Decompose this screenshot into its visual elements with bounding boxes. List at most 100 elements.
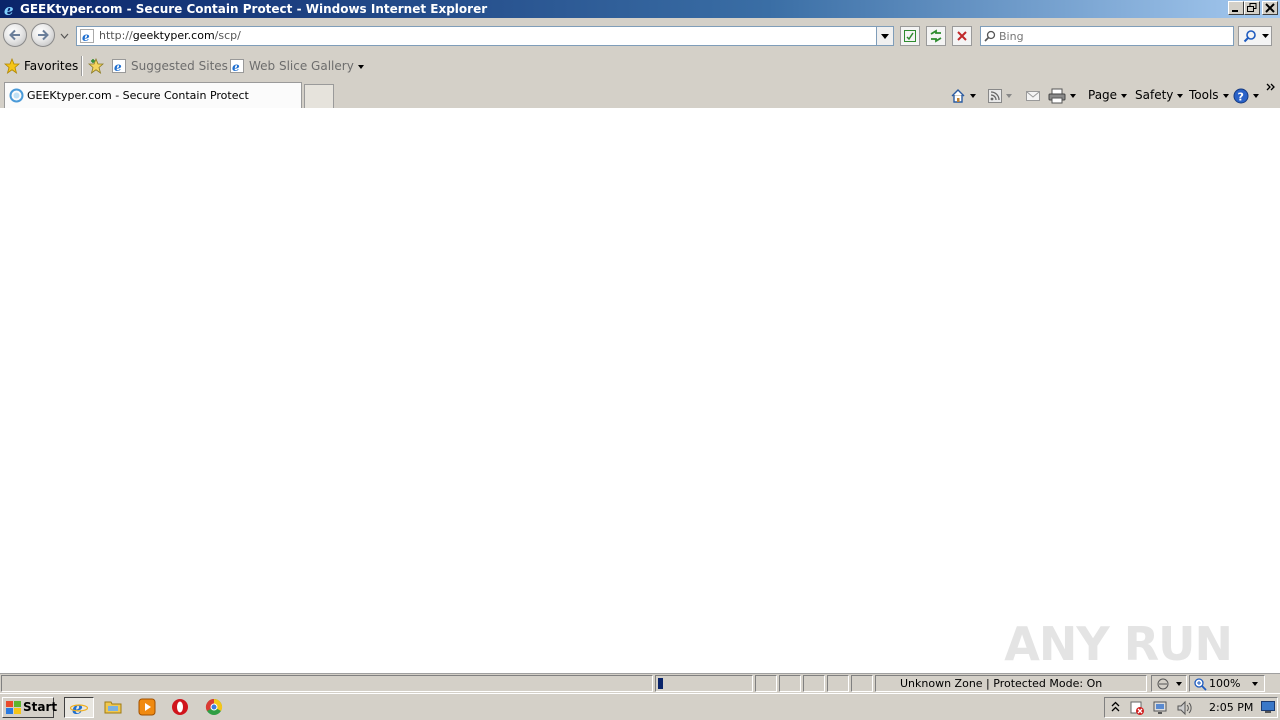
address-bar[interactable]: e http://geektyper.com/scp/ xyxy=(76,26,894,46)
refresh-button[interactable] xyxy=(926,26,946,46)
forward-button[interactable] xyxy=(31,23,55,47)
minimize-button[interactable] xyxy=(1228,1,1244,15)
address-url[interactable]: http://geektyper.com/scp/ xyxy=(99,29,241,42)
safety-menu[interactable]: Safety xyxy=(1135,87,1184,103)
home-button[interactable] xyxy=(950,87,976,103)
show-desktop-button[interactable] xyxy=(1261,701,1275,714)
compatibility-icon xyxy=(904,30,916,42)
restore-button[interactable] xyxy=(1244,1,1260,15)
show-hidden-icons-button[interactable] xyxy=(1111,701,1120,713)
read-mail-button[interactable] xyxy=(1026,87,1040,103)
add-to-favorites-bar-button[interactable] xyxy=(88,57,104,75)
chevron-down-icon xyxy=(970,93,976,98)
ie-app-icon: e xyxy=(2,1,18,17)
tools-menu-label: Tools xyxy=(1189,88,1219,102)
web-slice-gallery-label: Web Slice Gallery xyxy=(249,59,354,73)
internet-explorer-icon: e xyxy=(70,699,88,717)
web-slice-gallery-link[interactable]: e Web Slice Gallery xyxy=(230,57,364,75)
back-button[interactable] xyxy=(3,23,27,47)
taskbar-internet-explorer[interactable]: e xyxy=(64,697,94,718)
protected-mode-cell[interactable] xyxy=(1151,675,1187,692)
chevron-down-icon xyxy=(1121,93,1128,98)
window-title-bar[interactable]: e GEEKtyper.com - Secure Contain Protect… xyxy=(0,0,1280,18)
svg-text:e: e xyxy=(4,1,14,17)
print-button[interactable] xyxy=(1048,87,1076,103)
chevron-down-icon xyxy=(1006,93,1012,98)
tab-bar: GEEKtyper.com - Secure Contain Protect P… xyxy=(0,80,1280,108)
opera-icon xyxy=(172,699,188,715)
chevron-down-icon xyxy=(60,33,69,39)
address-dropdown-button[interactable] xyxy=(876,27,893,45)
zoom-icon xyxy=(1194,678,1207,691)
taskbar-clock: 2:05 PM xyxy=(1209,701,1254,714)
url-prefix: http:// xyxy=(99,29,133,42)
refresh-icon xyxy=(930,29,942,43)
suggested-sites-label: Suggested Sites xyxy=(131,59,228,73)
chevron-double-right-icon xyxy=(1266,83,1275,91)
status-bar: Unknown Zone | Protected Mode: On 100% xyxy=(0,673,1280,693)
printer-icon xyxy=(1048,88,1066,103)
media-player-icon xyxy=(138,698,156,716)
status-cell xyxy=(779,675,801,692)
network-icon[interactable] xyxy=(1152,700,1168,716)
chevron-down-icon xyxy=(1176,682,1182,686)
star-icon xyxy=(4,58,20,74)
chevron-down-icon xyxy=(1177,93,1184,98)
chevron-down-icon xyxy=(1222,93,1229,98)
status-cell xyxy=(851,675,873,692)
favorites-button[interactable]: Favorites xyxy=(4,57,78,75)
new-tab-button[interactable] xyxy=(304,84,334,108)
taskbar-media-player[interactable] xyxy=(138,698,158,718)
security-zone-text: Unknown Zone | Protected Mode: On xyxy=(900,677,1103,690)
progress-fill xyxy=(658,678,663,689)
add-favorite-icon xyxy=(88,58,104,74)
search-go-button[interactable] xyxy=(1238,26,1272,46)
zoom-level: 100% xyxy=(1209,677,1241,690)
svg-text:e: e xyxy=(114,60,122,73)
folder-icon xyxy=(104,701,122,714)
status-cell xyxy=(755,675,777,692)
home-icon xyxy=(951,88,965,103)
windows-logo-icon xyxy=(6,701,21,714)
compatibility-view-button[interactable] xyxy=(900,26,920,46)
page-content[interactable]: ANY RUN xyxy=(0,108,1280,673)
help-icon: ? xyxy=(1233,88,1249,103)
stop-button[interactable] xyxy=(952,26,972,46)
taskbar-opera[interactable] xyxy=(171,698,191,718)
ie-page-icon: e xyxy=(230,59,244,73)
status-text-area xyxy=(1,675,653,692)
start-label: Start xyxy=(23,700,58,714)
volume-icon[interactable] xyxy=(1176,700,1192,716)
action-center-icon[interactable] xyxy=(1129,700,1145,716)
chevron-up-icon xyxy=(1111,701,1120,712)
feeds-button[interactable] xyxy=(988,87,1012,103)
taskbar-explorer[interactable] xyxy=(104,698,124,718)
help-menu[interactable]: ? xyxy=(1233,87,1259,103)
status-cell xyxy=(827,675,849,692)
system-tray: 2:05 PM xyxy=(1104,697,1278,718)
mail-icon xyxy=(1026,90,1040,101)
start-button[interactable]: Start xyxy=(2,697,58,718)
page-menu[interactable]: Page xyxy=(1088,87,1128,103)
search-input[interactable] xyxy=(999,28,1229,44)
search-box[interactable] xyxy=(980,26,1234,46)
search-icon xyxy=(1243,30,1256,43)
desktop-icon xyxy=(1261,701,1275,713)
tab-geektyper[interactable]: GEEKtyper.com - Secure Contain Protect xyxy=(4,82,302,108)
svg-text:e: e xyxy=(82,30,90,43)
taskbar-chrome[interactable] xyxy=(205,698,225,718)
forward-arrow-icon xyxy=(38,29,49,41)
rss-feed-icon xyxy=(988,88,1002,103)
recent-pages-dropdown[interactable] xyxy=(60,32,69,40)
anyrun-watermark: ANY RUN xyxy=(1004,617,1233,671)
chevron-down-icon xyxy=(357,64,364,69)
close-window-button[interactable] xyxy=(1262,1,1278,15)
chrome-icon xyxy=(205,698,223,715)
more-commands-button[interactable] xyxy=(1266,82,1276,98)
svg-text:e: e xyxy=(232,60,240,73)
favorites-separator xyxy=(81,56,83,76)
suggested-sites-link[interactable]: e Suggested Sites xyxy=(112,57,238,75)
stop-icon xyxy=(957,31,967,41)
status-cell xyxy=(803,675,825,692)
tools-menu[interactable]: Tools xyxy=(1189,87,1229,103)
